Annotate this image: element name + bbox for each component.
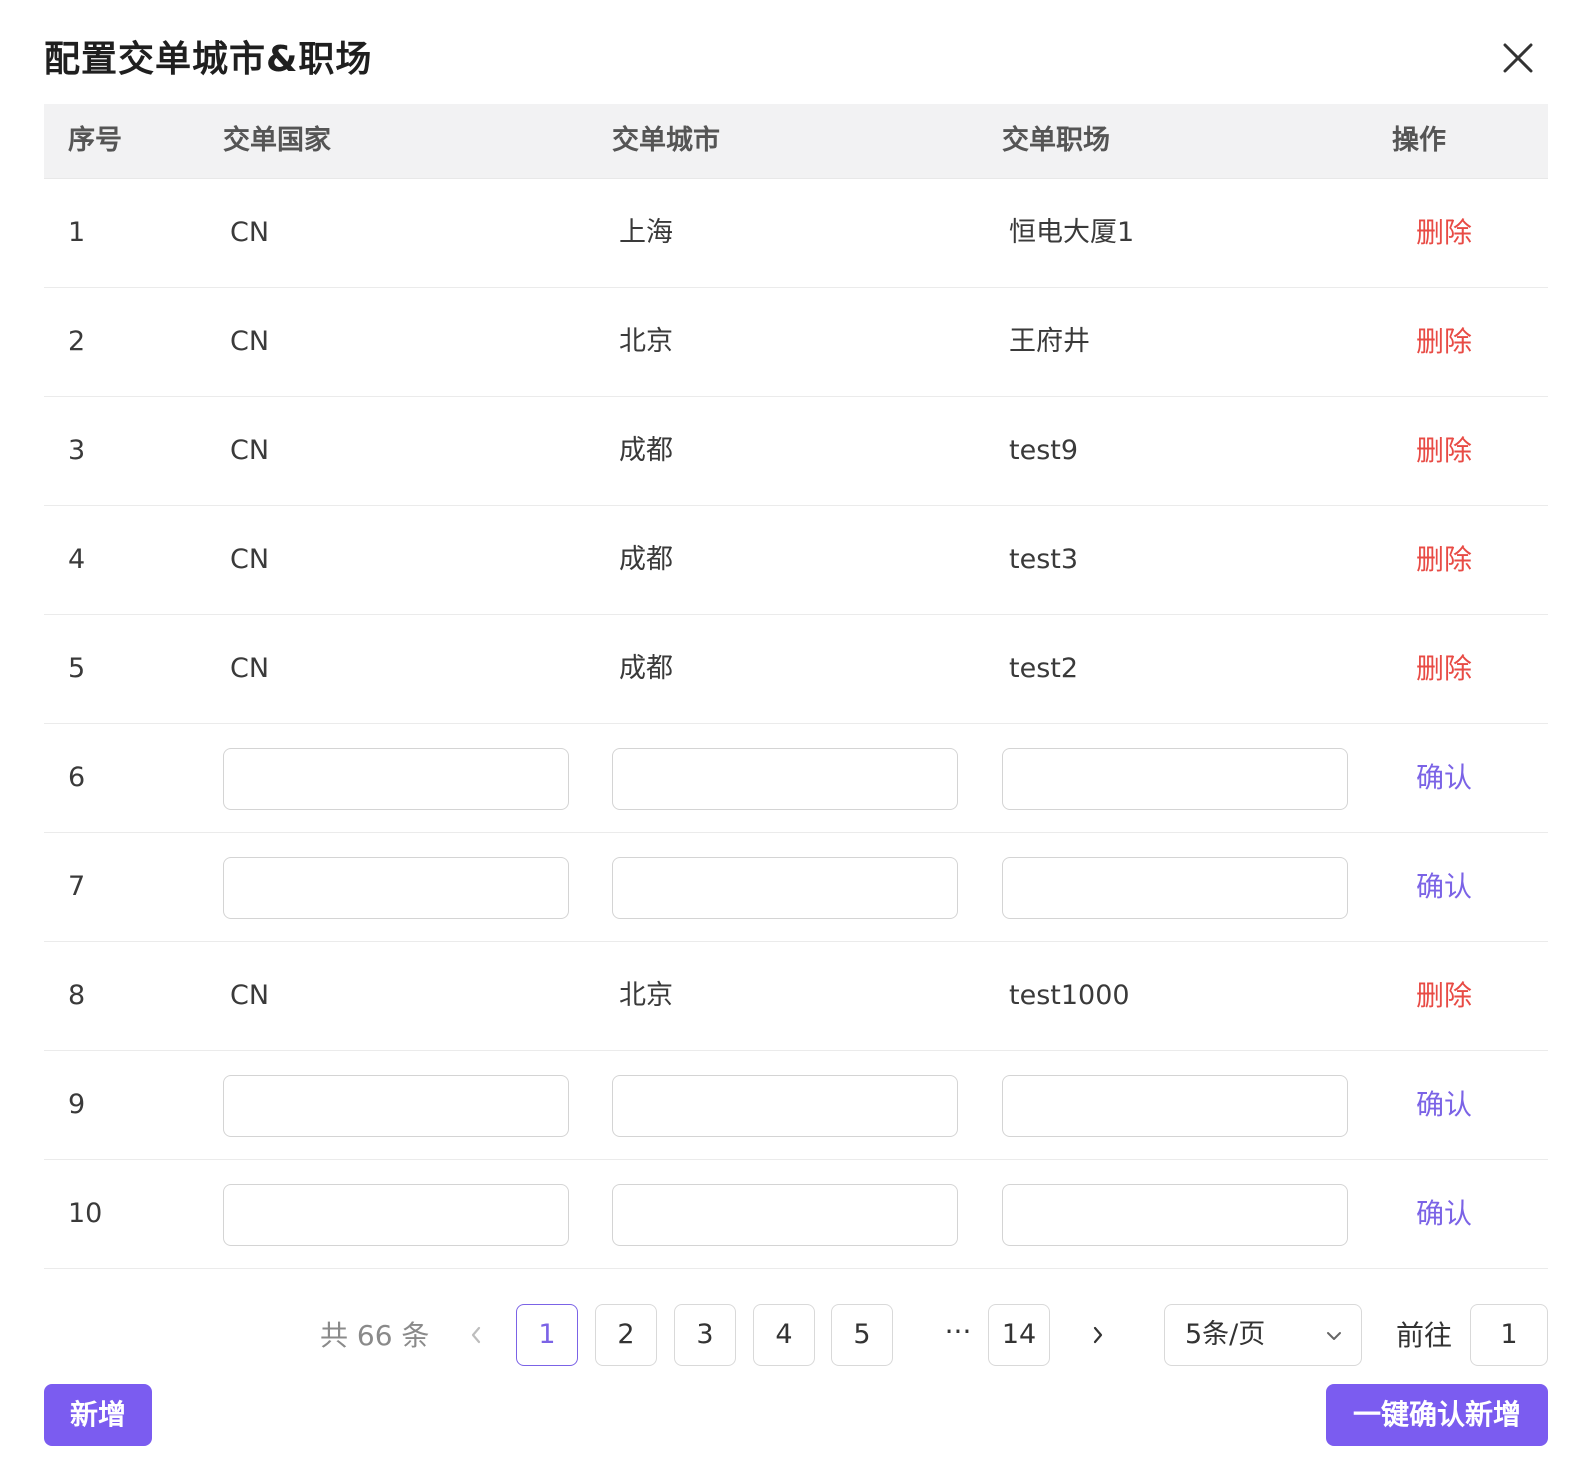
city-input[interactable] bbox=[612, 857, 958, 919]
table-row: 2 CN 北京 王府井 删除 bbox=[44, 288, 1548, 397]
row-office: 王府井 bbox=[1009, 326, 1090, 357]
office-input[interactable] bbox=[1002, 857, 1348, 919]
table-row: 5 CN 成都 test2 删除 bbox=[44, 615, 1548, 724]
row-index: 1 bbox=[68, 217, 86, 248]
row-city: 成都 bbox=[619, 653, 673, 684]
row-office: 恒电大厦1 bbox=[1009, 217, 1135, 248]
row-index: 6 bbox=[68, 762, 86, 793]
column-header-office: 交单职场 bbox=[1002, 125, 1110, 156]
pagination: 共 66 条 12345 ··· 14 5条/页 前往 1 bbox=[0, 1304, 1594, 1368]
row-city: 成都 bbox=[619, 544, 673, 575]
page-button[interactable]: 5 bbox=[831, 1304, 893, 1366]
table-row: 3 CN 成都 test9 删除 bbox=[44, 397, 1548, 506]
chevron-left-icon bbox=[471, 1326, 481, 1344]
pagination-ellipsis[interactable]: ··· bbox=[938, 1304, 978, 1360]
row-index: 4 bbox=[68, 544, 86, 575]
country-input[interactable] bbox=[223, 748, 569, 810]
table-row: 8 CN 北京 test1000 删除 bbox=[44, 942, 1548, 1051]
city-input[interactable] bbox=[612, 1075, 958, 1137]
page-size-select[interactable]: 5条/页 bbox=[1164, 1304, 1362, 1366]
office-input[interactable] bbox=[1002, 1075, 1348, 1137]
table-row: 1 CN 上海 恒电大厦1 删除 bbox=[44, 179, 1548, 288]
row-country: CN bbox=[230, 980, 270, 1011]
table-body: 1 CN 上海 恒电大厦1 删除 2 CN 北京 王府井 删除 3 CN 成都 test9 删除 4 CN 成都 t… bbox=[44, 179, 1548, 1269]
row-country: CN bbox=[230, 544, 270, 575]
column-header-city: 交单城市 bbox=[612, 125, 720, 156]
page-button[interactable]: 3 bbox=[674, 1304, 736, 1366]
goto-page-input[interactable]: 1 bbox=[1470, 1304, 1548, 1366]
chevron-right-icon bbox=[1093, 1326, 1103, 1344]
table-row: 9 确认 bbox=[44, 1051, 1548, 1160]
chevron-down-icon bbox=[1327, 1332, 1341, 1340]
table-row: 4 CN 成都 test3 删除 bbox=[44, 506, 1548, 615]
table-row: 6 确认 bbox=[44, 724, 1548, 833]
row-index: 3 bbox=[68, 435, 86, 466]
page-button[interactable]: 4 bbox=[753, 1304, 815, 1366]
row-country: CN bbox=[230, 653, 270, 684]
delete-link[interactable]: 删除 bbox=[1416, 615, 1472, 722]
row-office: test1000 bbox=[1009, 980, 1130, 1011]
page-button-last[interactable]: 14 bbox=[988, 1304, 1050, 1366]
row-office: test9 bbox=[1009, 435, 1079, 466]
table-row: 10 确认 bbox=[44, 1160, 1548, 1269]
row-index: 5 bbox=[68, 653, 86, 684]
batch-confirm-button[interactable]: 一键确认新增 bbox=[1326, 1384, 1548, 1446]
column-header-country: 交单国家 bbox=[223, 125, 331, 156]
row-city: 成都 bbox=[619, 435, 673, 466]
row-index: 9 bbox=[68, 1089, 86, 1120]
row-city: 北京 bbox=[619, 326, 673, 357]
column-header-action: 操作 bbox=[1392, 125, 1446, 156]
prev-page-button[interactable] bbox=[456, 1304, 496, 1366]
dialog-title: 配置交单城市&职场 bbox=[44, 39, 373, 80]
table-row: 7 确认 bbox=[44, 833, 1548, 942]
delete-link[interactable]: 删除 bbox=[1416, 288, 1472, 395]
table-header: 序号 交单国家 交单城市 交单职场 操作 bbox=[44, 104, 1548, 179]
row-city: 上海 bbox=[619, 217, 673, 248]
goto-label: 前往 bbox=[1396, 1319, 1453, 1352]
confirm-link[interactable]: 确认 bbox=[1416, 1160, 1472, 1267]
row-office: test3 bbox=[1009, 544, 1079, 575]
row-country: CN bbox=[230, 326, 270, 357]
column-header-index: 序号 bbox=[68, 125, 122, 156]
add-button[interactable]: 新增 bbox=[44, 1384, 152, 1446]
country-input[interactable] bbox=[223, 857, 569, 919]
row-city: 北京 bbox=[619, 980, 673, 1011]
row-country: CN bbox=[230, 217, 270, 248]
delete-link[interactable]: 删除 bbox=[1416, 942, 1472, 1049]
office-input[interactable] bbox=[1002, 748, 1348, 810]
row-index: 2 bbox=[68, 326, 86, 357]
confirm-link[interactable]: 确认 bbox=[1416, 724, 1472, 831]
page-button[interactable]: 2 bbox=[595, 1304, 657, 1366]
data-table: 序号 交单国家 交单城市 交单职场 操作 1 CN 上海 恒电大厦1 删除 2 CN 北京 王府… bbox=[44, 104, 1548, 1269]
country-input[interactable] bbox=[223, 1075, 569, 1137]
page-size-value: 5条/页 bbox=[1185, 1319, 1266, 1350]
row-index: 10 bbox=[68, 1198, 103, 1229]
office-input[interactable] bbox=[1002, 1184, 1348, 1246]
close-icon[interactable] bbox=[1500, 40, 1536, 76]
row-index: 7 bbox=[68, 871, 86, 902]
row-country: CN bbox=[230, 435, 270, 466]
delete-link[interactable]: 删除 bbox=[1416, 397, 1472, 504]
row-office: test2 bbox=[1009, 653, 1079, 684]
next-page-button[interactable] bbox=[1078, 1304, 1118, 1366]
config-dialog: 配置交单城市&职场 序号 交单国家 交单城市 交单职场 操作 1 CN 上海 恒电大厦… bbox=[0, 0, 1594, 1478]
confirm-link[interactable]: 确认 bbox=[1416, 833, 1472, 940]
city-input[interactable] bbox=[612, 748, 958, 810]
page-button[interactable]: 1 bbox=[516, 1304, 578, 1366]
confirm-link[interactable]: 确认 bbox=[1416, 1051, 1472, 1158]
city-input[interactable] bbox=[612, 1184, 958, 1246]
delete-link[interactable]: 删除 bbox=[1416, 179, 1472, 286]
delete-link[interactable]: 删除 bbox=[1416, 506, 1472, 613]
pagination-total: 共 66 条 bbox=[320, 1319, 430, 1352]
country-input[interactable] bbox=[223, 1184, 569, 1246]
row-index: 8 bbox=[68, 980, 86, 1011]
